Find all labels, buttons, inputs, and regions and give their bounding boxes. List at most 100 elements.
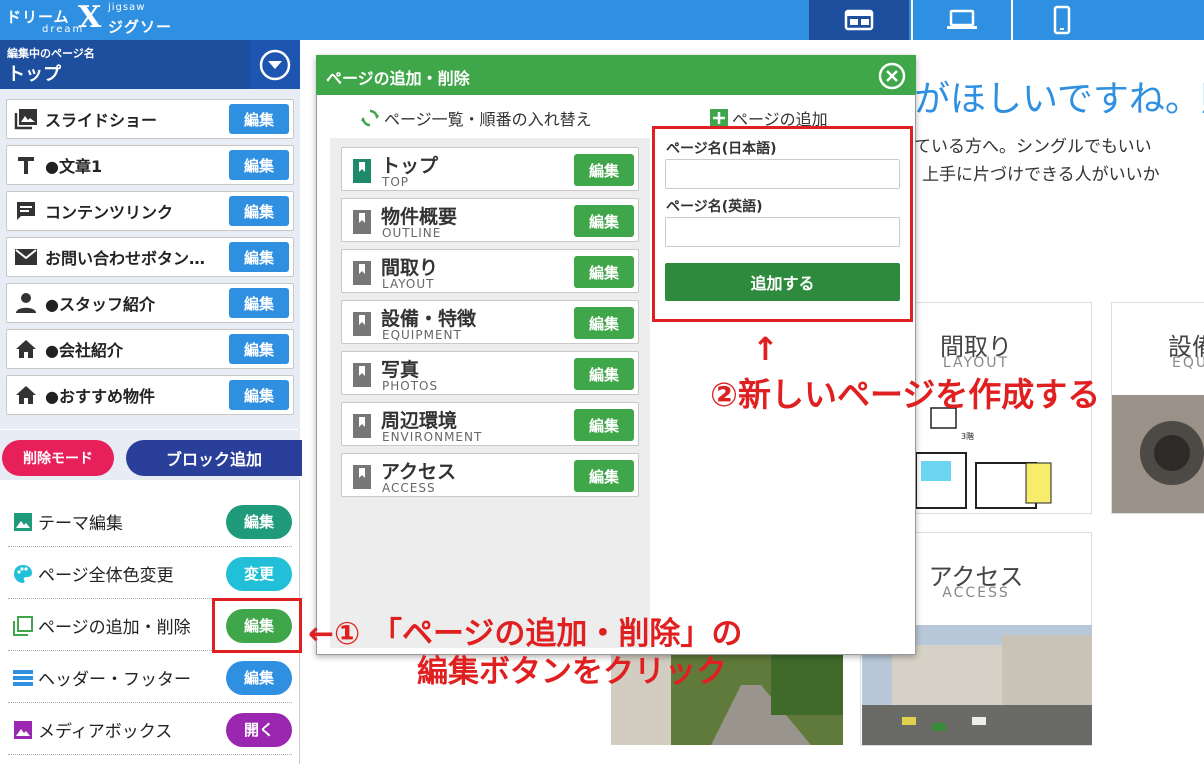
page-edit-button[interactable]: 編集 (574, 205, 634, 237)
device-laptop-button[interactable] (911, 0, 1011, 40)
block-edit-button[interactable]: 編集 (229, 380, 289, 410)
page-edit-button[interactable]: 編集 (574, 154, 634, 186)
page-name-ja: 写真 (381, 359, 420, 381)
device-phone-button[interactable] (1011, 0, 1111, 40)
menu-label: メディアボックス (38, 722, 173, 742)
page-name-ja: トップ (381, 155, 439, 177)
plus-icon (710, 109, 728, 127)
menu-media-box: メディアボックス 開く (8, 705, 292, 755)
stove-image (1112, 395, 1204, 513)
bookmark-icon (353, 363, 371, 387)
add-page-submit-button[interactable]: 追加する (665, 263, 900, 301)
card-subtitle: EQU (1172, 355, 1204, 371)
media-icon (14, 720, 32, 739)
chevron-down-icon (259, 49, 291, 80)
editing-page-header: 編集中のページ名 トップ (0, 40, 300, 89)
block-edit-button[interactable]: 編集 (229, 242, 289, 272)
block-edit-button[interactable]: 編集 (229, 104, 289, 134)
block-label: ●会社紹介 (45, 341, 123, 360)
modal-close-button[interactable] (878, 62, 906, 90)
page-list-item[interactable]: トップ TOP 編集 (341, 147, 639, 191)
page-name-ja: 設備・特徴 (381, 308, 477, 330)
logo-dream: dream (42, 24, 85, 35)
text-icon (18, 157, 34, 174)
block-edit-button[interactable]: 編集 (229, 196, 289, 226)
block-label: コンテンツリンク (45, 203, 174, 222)
block-label: ●スタッフ紹介 (45, 295, 155, 314)
menu-label: ページ全体色変更 (38, 566, 174, 586)
page-name-en: EQUIPMENT (382, 328, 462, 342)
block-item-text1: ●文章1 編集 (6, 145, 294, 185)
bookmark-icon (353, 159, 371, 183)
page-name-en-input[interactable] (665, 217, 900, 247)
page-list-item[interactable]: アクセス ACCESS 編集 (341, 453, 639, 497)
desktop-icon (844, 9, 874, 31)
theme-icon (14, 512, 32, 531)
laptop-icon (947, 9, 977, 29)
tab-page-list-label: ページ一覧・順番の入れ替え (384, 110, 592, 129)
theme-edit-button[interactable]: 編集 (226, 504, 292, 539)
app-logo[interactable]: ドリーム X jigsaw ジグソー dream (4, 0, 204, 38)
comment-icon (17, 202, 35, 220)
page-list-item[interactable]: 写真 PHOTOS 編集 (341, 351, 639, 395)
menu-page-color: ページ全体色変更 変更 (8, 549, 292, 599)
header-footer-icon (13, 669, 33, 686)
floorplan-image: 3階 (911, 403, 1091, 513)
preview-card-equipment[interactable]: 設備 EQU (1111, 302, 1204, 514)
palette-icon (14, 564, 32, 583)
page-list-item[interactable]: 間取り LAYOUT 編集 (341, 249, 639, 293)
page-list-item[interactable]: 物件概要 OUTLINE 編集 (341, 198, 639, 242)
page-edit-button[interactable]: 編集 (574, 256, 634, 288)
block-edit-button[interactable]: 編集 (229, 334, 289, 364)
menu-label: ページの追加・削除 (38, 618, 191, 638)
modal-title: ページの追加・削除 (326, 69, 470, 88)
person-icon (16, 293, 36, 313)
page-name-ja: 物件概要 (381, 206, 458, 228)
logo-jigsaw: jigsaw (108, 2, 146, 13)
page-select-dropdown[interactable] (250, 40, 300, 89)
page-list-item[interactable]: 周辺環境 ENVIRONMENT 編集 (341, 402, 639, 446)
page-name-en-label: ページ名(英語) (666, 199, 763, 215)
mail-icon (15, 249, 37, 265)
page-name-ja-label: ページ名(日本語) (666, 141, 777, 157)
page-list-item[interactable]: 設備・特徴 EQUIPMENT 編集 (341, 300, 639, 344)
page-name-ja-input[interactable] (665, 159, 900, 189)
block-edit-button[interactable]: 編集 (229, 288, 289, 318)
page-color-change-button[interactable]: 変更 (226, 556, 292, 591)
page-name-en: OUTLINE (382, 226, 442, 240)
block-label: スライドショー (45, 111, 158, 130)
pages-icon (13, 615, 33, 636)
annotation-step1-line2: 編集ボタンをクリック (417, 654, 727, 690)
block-item-recommended: ●おすすめ物件 編集 (6, 375, 294, 415)
page-name-en: LAYOUT (382, 277, 435, 291)
block-item-slideshow: スライドショー 編集 (6, 99, 294, 139)
page-name-ja: 周辺環境 (381, 410, 458, 432)
menu-header-footer: ヘッダー・フッター 編集 (8, 653, 292, 703)
page-edit-button[interactable]: 編集 (574, 409, 634, 441)
bookmark-icon (353, 210, 371, 234)
block-label: ●おすすめ物件 (45, 387, 155, 406)
block-edit-button[interactable]: 編集 (229, 150, 289, 180)
bookmark-icon (353, 414, 371, 438)
tab-page-list[interactable]: ページ一覧・順番の入れ替え (360, 106, 592, 130)
delete-mode-button[interactable]: 削除モード (2, 440, 114, 476)
page-edit-button[interactable]: 編集 (574, 460, 634, 492)
media-box-open-button[interactable]: 開く (226, 712, 292, 747)
device-desktop-button[interactable] (809, 0, 909, 40)
annotation-step2: ②新しいページを作成する (710, 375, 1101, 414)
page-name-ja: 間取り (381, 257, 439, 279)
page-edit-button[interactable]: 編集 (574, 358, 634, 390)
close-icon (878, 62, 906, 90)
page-edit-button[interactable]: 編集 (574, 307, 634, 339)
page-name-en: PHOTOS (382, 379, 439, 393)
block-label: お問い合わせボタン… (45, 249, 206, 268)
block-item-staff: ●スタッフ紹介 編集 (6, 283, 294, 323)
menu-label: テーマ編集 (38, 514, 123, 534)
phone-icon (1053, 5, 1071, 35)
page-name-ja: アクセス (381, 461, 457, 483)
page-name-en: ACCESS (382, 481, 436, 495)
add-block-button[interactable]: ブロック追加 (126, 440, 302, 476)
logo-jigsaw-ja: ジグソー (108, 18, 173, 36)
header-footer-edit-button[interactable]: 編集 (226, 660, 292, 695)
home-icon (16, 340, 36, 358)
